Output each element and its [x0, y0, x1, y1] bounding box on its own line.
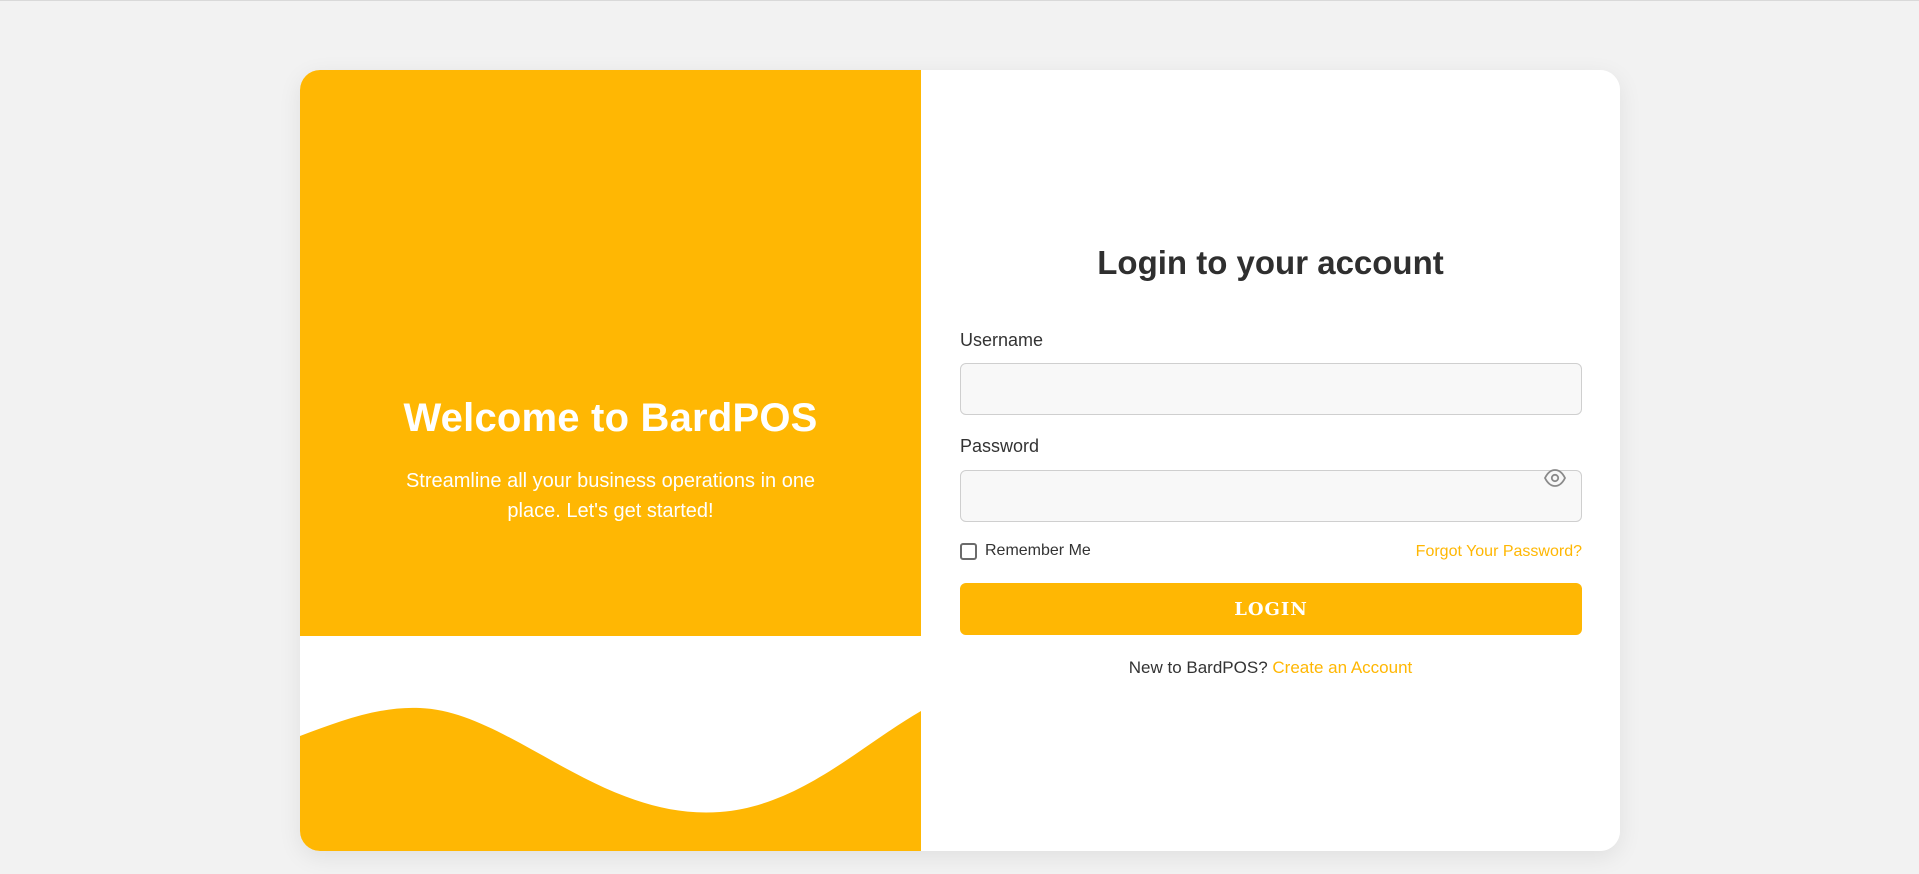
signup-row: New to BardPOS? Create an Account [921, 658, 1620, 678]
eye-icon[interactable] [1543, 468, 1567, 488]
username-input[interactable] [960, 363, 1582, 415]
login-button[interactable]: LOGIN [960, 583, 1582, 635]
welcome-panel: Welcome to BardPOS Streamline all your b… [300, 70, 921, 851]
welcome-title: Welcome to BardPOS [403, 396, 818, 440]
create-account-link[interactable]: Create an Account [1272, 658, 1412, 677]
welcome-subtitle: Streamline all your business operations … [405, 470, 816, 522]
login-card: Welcome to BardPOS Streamline all your b… [300, 70, 1620, 851]
welcome-panel-background [300, 70, 921, 636]
top-border [0, 0, 1919, 1]
remember-me[interactable]: Remember Me [960, 542, 1091, 560]
password-label: Password [960, 436, 1040, 456]
remember-me-label: Remember Me [985, 542, 1091, 559]
wave-decoration [300, 707, 921, 851]
remember-me-checkbox[interactable] [960, 542, 977, 560]
login-title: Login to your account [1097, 244, 1444, 281]
forgot-password-link[interactable]: Forgot Your Password? [1416, 543, 1582, 561]
signup-prompt: New to BardPOS? [1128, 658, 1273, 677]
login-panel: Login to your account Username Password … [921, 70, 1620, 851]
password-input[interactable] [960, 470, 1582, 522]
username-label: Username [960, 330, 1044, 350]
